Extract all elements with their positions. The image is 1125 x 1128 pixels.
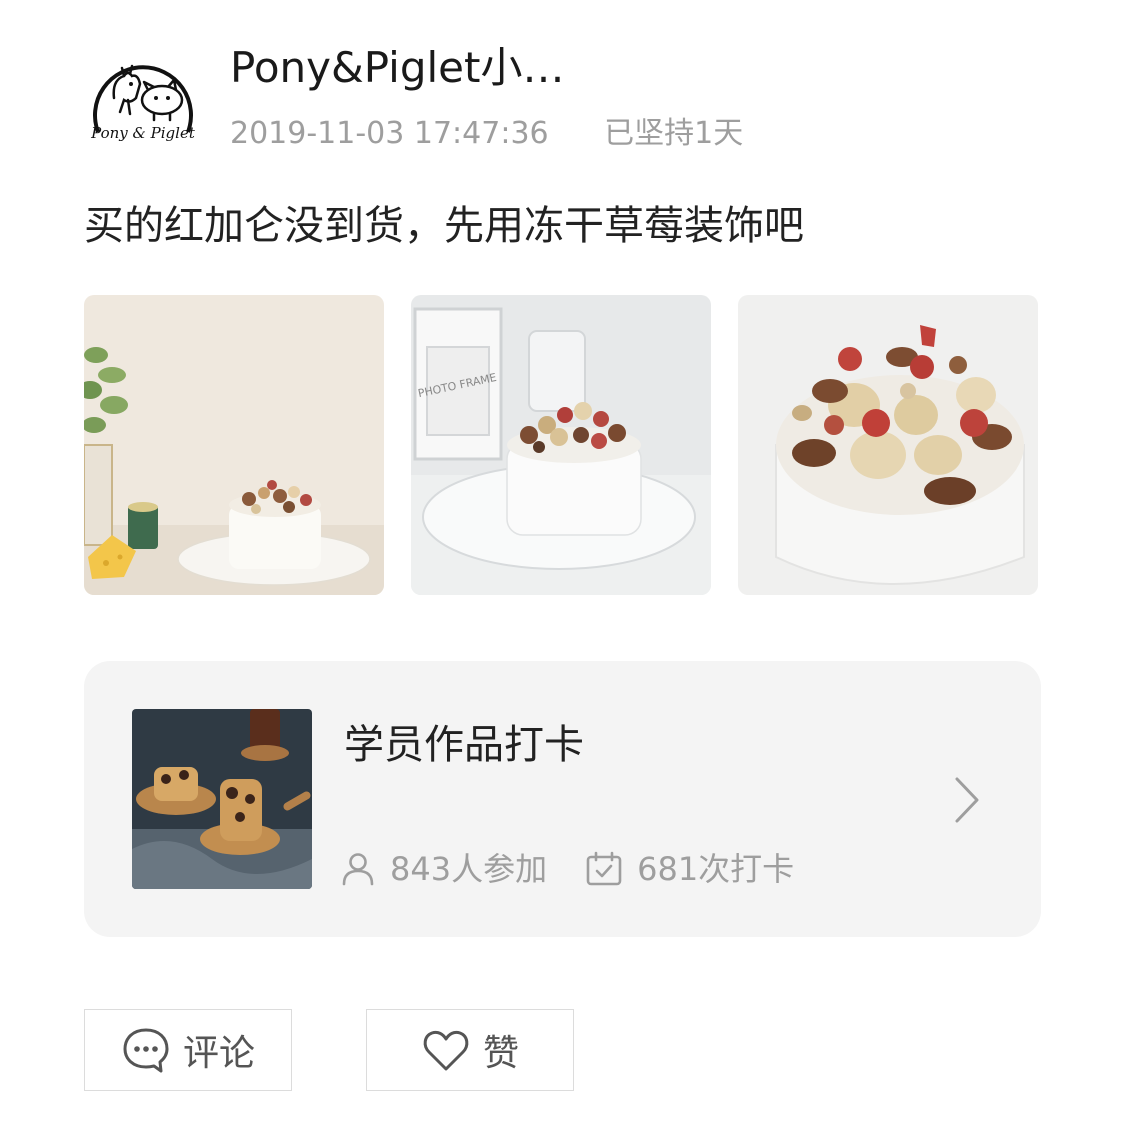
post-meta: 2019-11-03 17:47:36 已坚持1天 <box>230 112 743 156</box>
comment-label: 评论 <box>182 1033 255 1074</box>
author-avatar[interactable]: Pony & Piglet <box>84 40 202 158</box>
comment-button[interactable]: 评论 <box>84 1009 292 1091</box>
post-photo-3[interactable] <box>738 295 1038 595</box>
post-photo-2[interactable]: PHOTO FRAME <box>411 295 711 595</box>
like-label: 赞 <box>482 1033 519 1074</box>
checkin-post: Pony & Piglet Pony&Piglet小… 2019-11-03 1… <box>0 0 1125 1128</box>
activity-stats: 843人参加 681次打卡 <box>340 847 794 891</box>
person-icon <box>342 853 374 886</box>
post-timestamp: 2019-11-03 17:47:36 <box>230 116 549 151</box>
activity-title: 学员作品打卡 <box>344 722 584 768</box>
activity-thumbnail <box>132 709 312 889</box>
chat-bubble-icon <box>123 1028 169 1073</box>
heart-icon <box>423 1030 469 1071</box>
participants-stat: 843人参加 <box>340 847 547 891</box>
pony-piglet-logo: Pony & Piglet <box>90 64 196 142</box>
like-button[interactable]: 赞 <box>366 1009 574 1091</box>
chevron-right-icon[interactable] <box>952 775 982 825</box>
post-text: 买的红加仑没到货，先用冻干草莓装饰吧 <box>84 203 804 249</box>
logo-lettering: Pony & Piglet <box>90 124 196 142</box>
post-photo-1[interactable] <box>84 295 384 595</box>
participants-count: 843人参加 <box>390 850 548 888</box>
calendar-check-icon <box>586 851 622 886</box>
author-name[interactable]: Pony&Piglet小… <box>230 40 564 96</box>
checkins-count: 681次打卡 <box>637 850 795 888</box>
checkins-stat: 681次打卡 <box>585 847 794 891</box>
streak-badge: 已坚持1天 <box>604 116 744 151</box>
activity-card[interactable]: 学员作品打卡 843人参加 681次打卡 <box>84 661 1041 937</box>
